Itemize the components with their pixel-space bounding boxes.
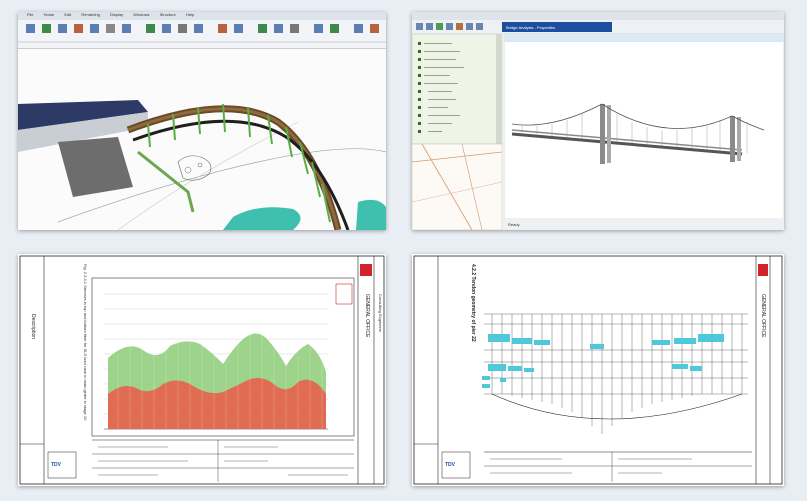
figure-caption: Fig. 2.3.4.1 Stresses in top and bottom … [83,264,88,421]
tdv-logo-2: TDV [445,462,456,468]
bridge-3d-modeling-screenshot: File Home Edit Rendering Display Windows… [18,12,386,230]
tendon-sheet-drawing: GENERAL OFFICE 4.2.2 Tendon geometry of … [413,255,783,485]
tab-home[interactable]: Home [44,12,55,17]
status-bar-text: Ready [508,222,520,227]
tab-file[interactable]: File [27,12,33,17]
tab-help[interactable]: Help [186,12,194,17]
tendon-grid [491,314,743,434]
bridge-analysis-screenshot: Bridge Analysis - Properties Ready [412,12,784,230]
company-name-2: GENERAL OFFICE [760,294,766,338]
analysis-title-bar: Bridge Analysis - Properties [506,25,555,30]
company-subtitle: Consulting Engineers [378,294,383,332]
ribbon-icons[interactable] [18,20,386,48]
tab-structure[interactable]: Structure [160,12,176,17]
analysis-window[interactable]: Bridge Analysis - Properties Ready [412,12,784,230]
tab-rendering[interactable]: Rendering [81,12,99,17]
report-sheet-drawing: Description GENERAL OFFICE Consulting En… [19,255,385,485]
tdv-logo: TDV [51,462,62,468]
tendon-section-title: 4.2.2 Tendon geometry of pier 22 [470,264,476,342]
tab-edit[interactable]: Edit [64,12,71,17]
description-label: Description [30,314,36,339]
stress-chart-report-sheet: Description GENERAL OFFICE Consulting En… [18,254,386,486]
company-name: GENERAL OFFICE [364,294,370,338]
tab-windows[interactable]: Windows [133,12,149,17]
ribbon-tabs: File Home Edit Rendering Display Windows… [18,12,386,20]
tendon-geometry-report-sheet: GENERAL OFFICE 4.2.2 Tendon geometry of … [412,254,784,486]
ribbon-toolbar: File Home Edit Rendering Display Windows… [18,12,386,49]
tab-display[interactable]: Display [110,12,123,17]
